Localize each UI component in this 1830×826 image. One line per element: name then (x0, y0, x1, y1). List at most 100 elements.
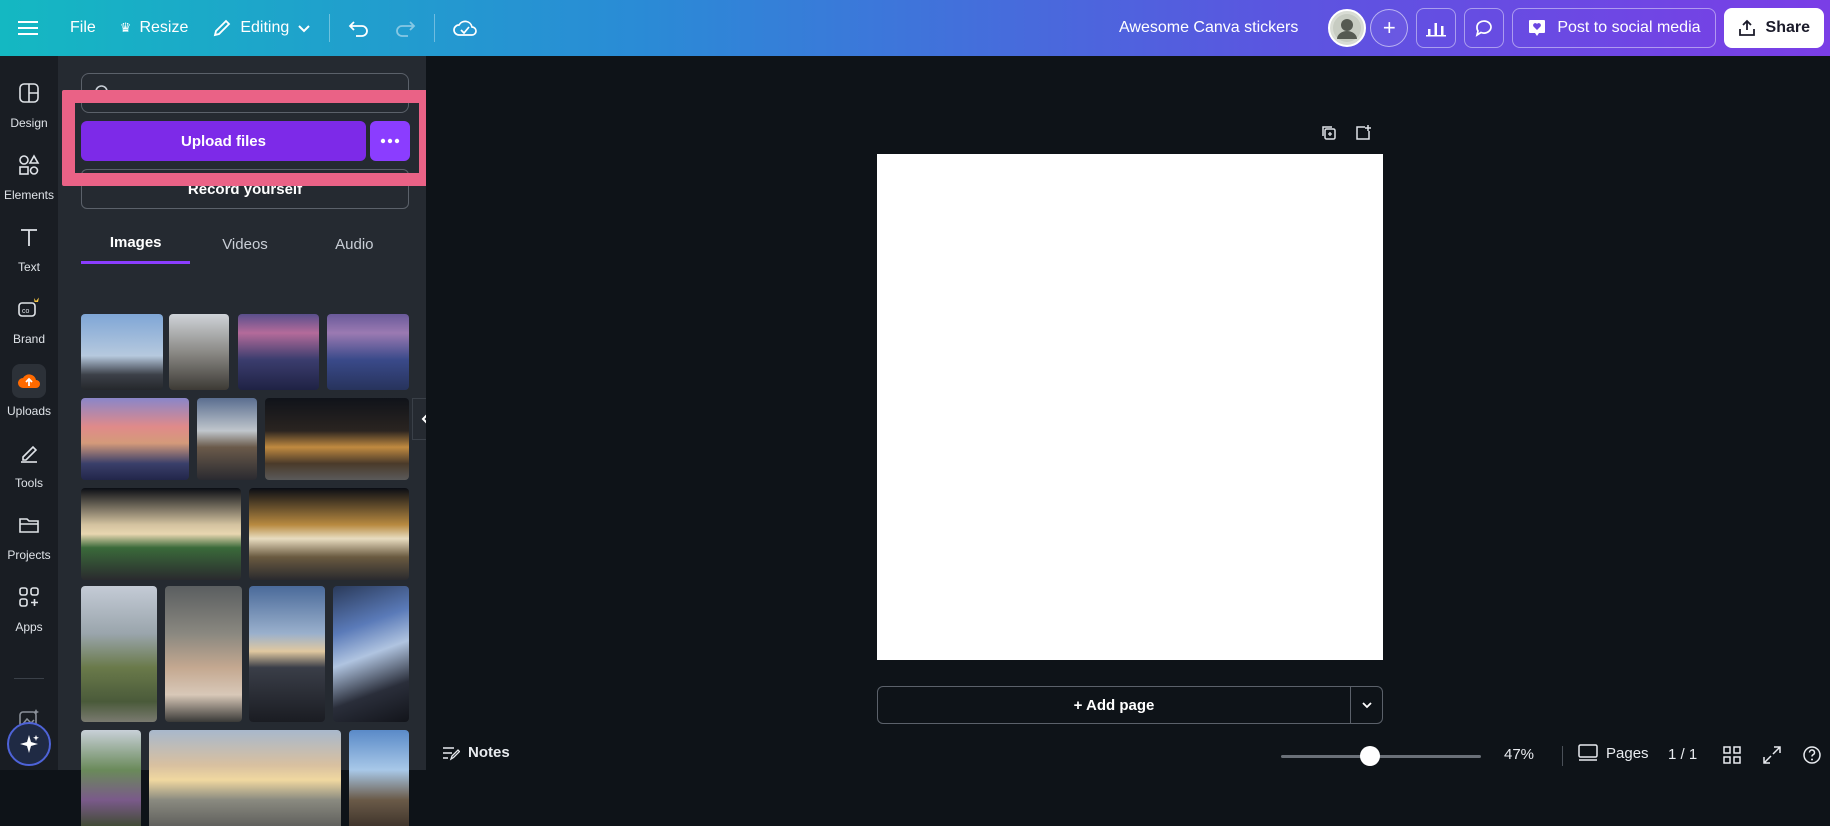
notes-label: Notes (468, 744, 510, 761)
heart-badge-icon (1529, 20, 1546, 36)
image-thumbnail[interactable] (327, 314, 409, 390)
undo-icon (348, 21, 369, 37)
sparkle-icon (20, 735, 39, 753)
insights-button[interactable] (1416, 8, 1457, 48)
more-options-button[interactable] (370, 121, 410, 161)
search-input[interactable] (81, 73, 409, 113)
rail-label: Projects (7, 548, 51, 562)
image-thumbnail[interactable] (149, 730, 341, 826)
redo-button[interactable] (382, 9, 428, 47)
resize-button[interactable]: ♛ Resize (108, 9, 201, 47)
add-page-icon[interactable] (1354, 124, 1372, 142)
image-thumbnail[interactable] (265, 398, 409, 480)
page-count: 1 / 1 (1668, 746, 1698, 763)
rail-label: Text (17, 260, 40, 274)
image-thumbnail[interactable] (169, 314, 229, 390)
folder-icon (12, 508, 46, 542)
zoom-level[interactable]: 47% (1504, 746, 1534, 763)
chevron-down-icon (298, 25, 310, 33)
image-thumbnail[interactable] (81, 730, 141, 826)
shapes-icon (12, 148, 46, 182)
plus-icon: + (1382, 15, 1396, 40)
file-menu-button[interactable]: File (58, 9, 108, 47)
layout-icon (12, 76, 46, 110)
rail-label: Apps (15, 620, 43, 634)
editing-label: Editing (240, 19, 290, 36)
svg-text:co: co (22, 308, 30, 315)
image-thumbnail[interactable] (81, 314, 163, 390)
pencil-icon (214, 19, 231, 37)
image-thumbnail[interactable] (165, 586, 242, 722)
rail-label: Brand (12, 332, 46, 346)
hamburger-icon (18, 21, 38, 35)
user-avatar-icon (1333, 14, 1362, 42)
rail-item-apps[interactable]: Apps (0, 580, 58, 634)
crown-icon: ♛ (119, 20, 132, 35)
rail-item-brand[interactable]: co Brand (0, 292, 58, 346)
image-thumbnail[interactable] (349, 730, 409, 826)
image-thumbnail[interactable] (333, 586, 409, 722)
divider (434, 14, 436, 42)
help-icon[interactable] (1802, 745, 1822, 765)
top-bar: File ♛ Resize Editing Awesome Canva stic… (0, 0, 1830, 56)
share-label: Share (1765, 19, 1810, 36)
rail-item-text[interactable]: Text (0, 220, 58, 274)
pages-button[interactable]: Pages (1578, 744, 1649, 762)
duplicate-page-icon[interactable] (1320, 124, 1338, 142)
fullscreen-icon[interactable] (1762, 745, 1782, 765)
rail-label: Uploads (6, 404, 52, 418)
document-title[interactable]: Awesome Canva stickers (1119, 19, 1298, 37)
notes-button[interactable]: Notes (442, 744, 510, 761)
image-thumbnail[interactable] (197, 398, 257, 480)
text-icon (12, 220, 46, 254)
rail-item-uploads[interactable]: Uploads (0, 364, 58, 418)
zoom-slider[interactable] (1281, 755, 1481, 758)
rail-divider (14, 678, 44, 679)
save-status-button[interactable] (441, 9, 489, 47)
chevron-down-icon (1361, 702, 1372, 709)
rail-item-tools[interactable]: Tools (0, 436, 58, 490)
rail-item-projects[interactable]: Projects (0, 508, 58, 562)
rail-item-elements[interactable]: Elements (0, 148, 58, 202)
post-label: Post to social media (1557, 19, 1701, 36)
notes-icon (443, 746, 460, 760)
zoom-slider-handle[interactable] (1360, 746, 1380, 766)
menu-button[interactable] (0, 9, 58, 47)
image-thumbnail[interactable] (249, 488, 409, 580)
post-to-social-button[interactable]: Post to social media (1512, 8, 1716, 48)
bar-chart-icon (1426, 23, 1447, 37)
add-page-button[interactable]: + Add page (877, 686, 1351, 724)
upload-files-button[interactable]: Upload files (81, 121, 366, 161)
share-icon (1738, 19, 1755, 36)
brand-icon: co (12, 292, 46, 326)
avatar[interactable] (1328, 9, 1367, 47)
apps-icon (12, 580, 46, 614)
rail-item-design[interactable]: Design (0, 76, 58, 130)
grid-view-icon[interactable] (1722, 745, 1742, 765)
image-thumbnail[interactable] (81, 398, 189, 480)
rail-label: Tools (14, 476, 43, 490)
magic-assistant-button[interactable] (7, 722, 51, 766)
undo-button[interactable] (336, 9, 382, 47)
more-horizontal-icon (380, 138, 400, 144)
image-thumbnail[interactable] (238, 314, 319, 390)
tab-audio[interactable]: Audio (300, 224, 409, 264)
file-label: File (70, 19, 96, 36)
record-yourself-button[interactable]: Record yourself (81, 169, 409, 209)
divider (329, 14, 331, 42)
editing-mode-button[interactable]: Editing (200, 9, 323, 47)
image-thumbnail[interactable] (81, 488, 241, 580)
image-thumbnail[interactable] (249, 586, 325, 722)
draw-icon (12, 436, 46, 470)
share-button[interactable]: Share (1723, 8, 1824, 48)
uploads-gallery (81, 314, 409, 826)
tab-images[interactable]: Images (81, 224, 191, 264)
search-icon (95, 85, 111, 101)
resize-label: Resize (139, 19, 189, 36)
add-collaborator-button[interactable]: + (1370, 9, 1409, 47)
add-page-dropdown[interactable] (1351, 686, 1383, 724)
image-thumbnail[interactable] (81, 586, 157, 722)
design-page[interactable] (877, 154, 1383, 660)
comments-button[interactable] (1464, 8, 1505, 48)
tab-videos[interactable]: Videos (190, 224, 299, 264)
